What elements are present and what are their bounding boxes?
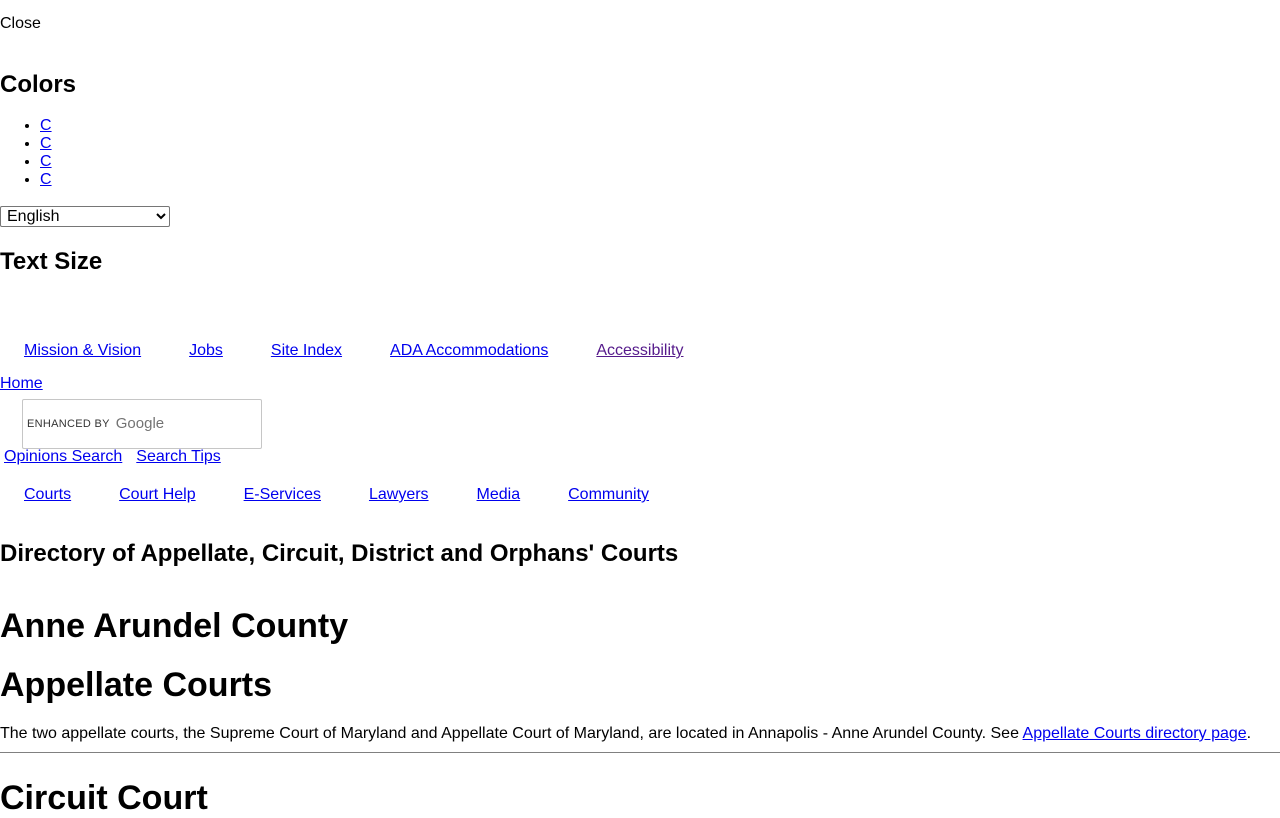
- appellate-text-end: .: [1246, 725, 1252, 742]
- county-heading: Anne Arundel County: [0, 607, 349, 645]
- nav-court-help[interactable]: Court Help: [119, 486, 195, 504]
- appellate-courts-heading: Appellate Courts: [0, 666, 273, 704]
- directory-title: Directory of Appellate, Circuit, Distric…: [0, 540, 679, 567]
- appellate-courts-text: The two appellate courts, the Supreme Co…: [0, 725, 1280, 743]
- color-option-link-3[interactable]: C: [40, 153, 52, 170]
- appellate-text-body: The two appellate courts, the Supreme Co…: [0, 725, 1023, 742]
- nav-media[interactable]: Media: [477, 486, 521, 504]
- language-select[interactable]: English: [0, 206, 170, 227]
- enhanced-by-label: ENHANCED BY: [27, 417, 110, 430]
- color-option: C: [40, 135, 52, 153]
- color-option: C: [40, 171, 52, 189]
- home-logo-link[interactable]: Home: [0, 375, 43, 393]
- home-alt-text: Home: [0, 375, 43, 392]
- util-link-accessibility[interactable]: Accessibility: [596, 342, 683, 360]
- color-options-list: C C C C: [0, 117, 52, 189]
- util-link-jobs[interactable]: Jobs: [189, 342, 223, 360]
- util-link-site-index[interactable]: Site Index: [271, 342, 342, 360]
- util-link-ada-accommodations[interactable]: ADA Accommodations: [390, 342, 548, 360]
- close-alt-text: Close: [0, 15, 41, 32]
- appellate-directory-link[interactable]: Appellate Courts directory page: [1023, 725, 1247, 742]
- enhanced-by-google: ENHANCED BY Google: [27, 415, 164, 432]
- opinions-search-link[interactable]: Opinions Search: [4, 448, 122, 466]
- close-image[interactable]: Close: [0, 15, 41, 33]
- color-option-link-2[interactable]: C: [40, 135, 52, 152]
- nav-e-services[interactable]: E-Services: [244, 486, 321, 504]
- color-option-link-1[interactable]: C: [40, 117, 52, 134]
- search-tips-link[interactable]: Search Tips: [136, 448, 220, 466]
- main-nav: Courts Court Help E-Services Lawyers Med…: [24, 486, 649, 504]
- colors-heading: Colors: [0, 71, 77, 98]
- color-option: C: [40, 153, 52, 171]
- circuit-court-heading: Circuit Court: [0, 779, 208, 817]
- color-option-link-4[interactable]: C: [40, 171, 52, 188]
- google-logo: Google: [115, 415, 165, 432]
- nav-community[interactable]: Community: [568, 486, 649, 504]
- text-size-heading: Text Size: [0, 248, 103, 275]
- google-search-input[interactable]: ENHANCED BY Google: [22, 399, 262, 449]
- utility-nav: Mission & Vision Jobs Site Index ADA Acc…: [24, 342, 683, 360]
- section-divider: [0, 752, 1280, 753]
- nav-courts[interactable]: Courts: [24, 486, 71, 504]
- nav-lawyers[interactable]: Lawyers: [369, 486, 429, 504]
- search-links: Opinions Search Search Tips: [4, 448, 221, 466]
- color-option: C: [40, 117, 52, 135]
- util-link-mission-vision[interactable]: Mission & Vision: [24, 342, 141, 360]
